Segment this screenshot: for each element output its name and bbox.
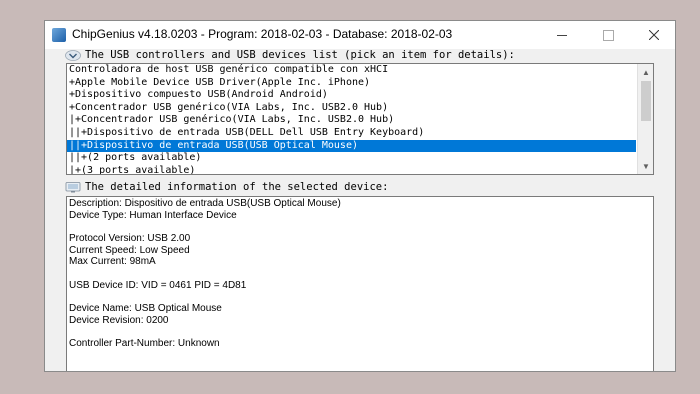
detail-line: Device Name: USB Optical Mouse <box>69 303 222 315</box>
device-list[interactable]: Controladora de host USB genérico compat… <box>66 63 654 175</box>
minimize-icon <box>557 34 567 36</box>
detail-line <box>69 221 651 233</box>
device-list-item[interactable]: Controladora de host USB genérico compat… <box>67 64 636 77</box>
title-bar[interactable]: ChipGenius v4.18.0203 - Program: 2018-02… <box>45 21 675 49</box>
device-list-item[interactable]: ||+Dispositivo de entrada USB(DELL Dell … <box>67 127 636 140</box>
device-list-item[interactable]: |+Concentrador USB genérico(VIA Labs, In… <box>67 114 636 127</box>
detail-line: Description: Dispositivo de entrada USB(… <box>69 198 341 209</box>
close-button[interactable] <box>631 21 675 49</box>
maximize-button[interactable] <box>585 21 631 49</box>
detail-line: Max Current: 98mA <box>69 256 156 268</box>
device-list-item[interactable]: ||+(2 ports available) <box>67 152 636 165</box>
scroll-down-arrow-icon[interactable]: ▼ <box>638 158 653 174</box>
detail-line: Current Speed: Low Speed <box>69 244 190 256</box>
device-list-item[interactable]: +Dispositivo compuesto USB(Android Andro… <box>67 89 636 102</box>
detail-label-text: The detailed information of the selected… <box>85 181 389 193</box>
detail-line: Controller Part-Number: Unknown <box>69 338 220 350</box>
device-list-scrollbar[interactable]: ▲ ▼ <box>637 64 653 174</box>
chipgenius-window: ChipGenius v4.18.0203 - Program: 2018-02… <box>44 20 676 372</box>
minimize-button[interactable] <box>539 21 585 49</box>
detail-line: Protocol Version: USB 2.00 <box>69 233 191 245</box>
detail-line <box>69 292 651 304</box>
monitor-icon <box>65 181 81 192</box>
detail-line: Device Revision: 0200 <box>69 314 169 326</box>
detail-line <box>69 327 651 339</box>
device-list-label: The USB controllers and USB devices list… <box>65 49 515 61</box>
device-list-rows: Controladora de host USB genérico compat… <box>67 64 636 174</box>
device-list-item[interactable]: +Apple Mobile Device USB Driver(Apple In… <box>67 77 636 90</box>
device-list-label-text: The USB controllers and USB devices list… <box>85 49 515 61</box>
device-list-item[interactable]: |+(3 ports available) <box>67 165 636 174</box>
detail-line: Device Type: Human Interface Device <box>69 209 237 221</box>
device-list-item[interactable]: ||+Dispositivo de entrada USB(USB Optica… <box>67 139 636 153</box>
device-detail-box[interactable]: Description: Dispositivo de entrada USB(… <box>66 196 654 371</box>
device-list-item[interactable]: +Concentrador USB genérico(VIA Labs, Inc… <box>67 102 636 115</box>
maximize-icon <box>602 29 614 41</box>
detail-line: USB Device ID: VID = 0461 PID = 4D81 <box>69 279 247 291</box>
chevron-down-icon <box>65 49 81 61</box>
close-icon <box>649 30 659 40</box>
detail-label: The detailed information of the selected… <box>65 181 388 193</box>
detail-line <box>69 268 651 280</box>
scroll-up-arrow-icon[interactable]: ▲ <box>638 64 653 80</box>
scroll-thumb[interactable] <box>641 81 651 121</box>
app-icon <box>52 28 66 42</box>
window-title: ChipGenius v4.18.0203 - Program: 2018-02… <box>72 27 453 41</box>
